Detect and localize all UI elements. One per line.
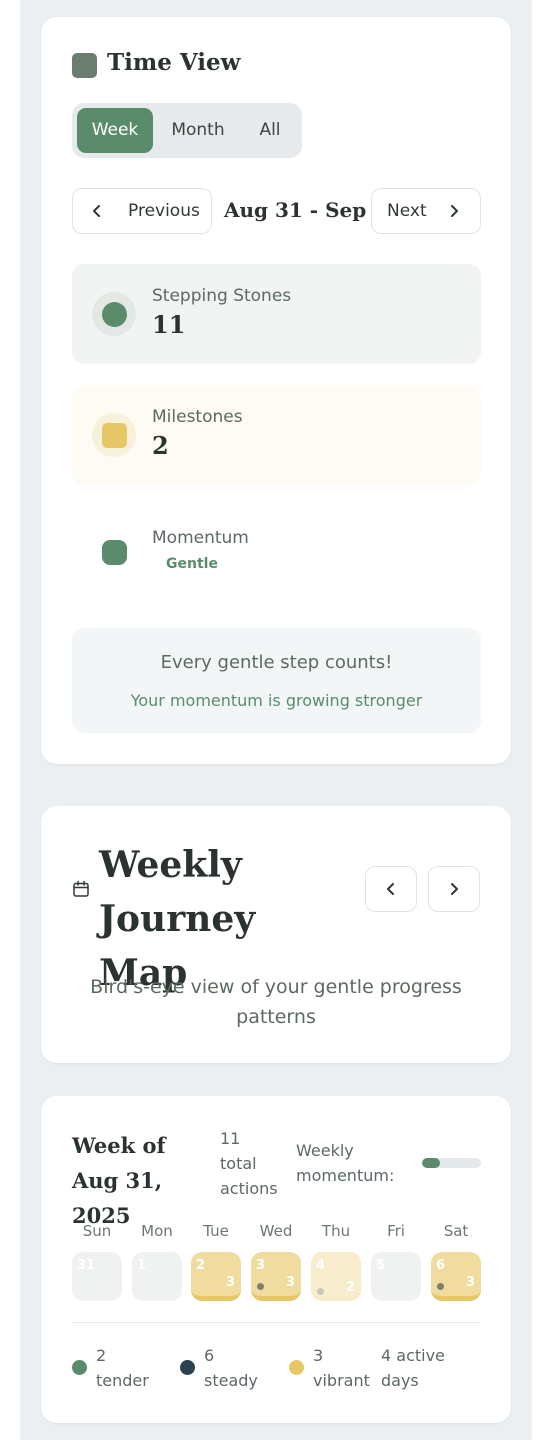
week-title: Week of Aug 31, 2025 [72,1133,166,1228]
total-actions-count: 11 [220,1129,241,1148]
day-cell-date: 5 [376,1258,386,1273]
weekly-momentum-bar [422,1158,481,1168]
vibrant-legend-dot [289,1360,304,1375]
day-cell-tue[interactable]: 2 3 [191,1252,241,1301]
divider [72,1322,481,1323]
total-actions-word1: total [220,1154,257,1173]
stepping-stones-label: Stepping Stones [152,286,292,306]
day-cell-fri[interactable]: 5 [371,1252,421,1301]
vibrant-label: vibrant [313,1371,370,1390]
encouragement-subline: Your momentum is growing stronger [130,691,423,710]
journey-prev-button[interactable] [365,866,417,912]
calendar-icon [73,880,89,897]
tab-week[interactable]: Week [77,108,153,153]
day-name-thu: Thu [321,1222,351,1240]
journey-map-title-line1: Weekly [99,844,242,886]
day-cell-sun[interactable]: 31 [72,1252,122,1301]
active-days-label: days [381,1371,419,1390]
day-name-mon: Mon [141,1222,173,1240]
date-range: Aug 31 - Sep 6 [224,198,388,222]
day-name-wed: Wed [259,1222,293,1240]
milestones-label: Milestones [152,407,243,427]
activity-dot [437,1283,444,1290]
day-cell-mon[interactable]: 1 [132,1252,182,1301]
total-actions: 11 total actions [220,1126,290,1201]
period-toggle: Week Month All [72,103,302,158]
day-cell-date: 6 [436,1258,446,1273]
day-cell-sat[interactable]: 6 3 [431,1252,481,1301]
weekly-momentum-fill [422,1158,440,1168]
vibrant-legend: 3 vibrant [313,1343,370,1393]
stepping-stone-icon [102,302,127,327]
steady-count: 6 [204,1346,215,1365]
day-cell-date: 31 [77,1258,96,1273]
chevron-right-icon [451,205,458,217]
time-view-card: Time View Week Month All Previous Aug 31… [41,17,511,764]
day-cell-date: 1 [137,1258,147,1273]
previous-button[interactable]: Previous [72,188,212,234]
tender-legend: 2 tender [96,1343,149,1393]
milestones-stat: Milestones 2 [72,385,481,485]
milestones-value: 2 [152,431,169,460]
chevron-right-icon [451,883,458,895]
day-name-sat: Sat [443,1222,469,1240]
day-name-sun: Sun [82,1222,112,1240]
day-cell-count: 3 [225,1275,235,1290]
tender-count: 2 [96,1346,107,1365]
next-button[interactable]: Next [371,188,481,234]
momentum-value: Gentle [166,556,218,572]
journey-map-description: Bird's-eye view of your gentle progress … [90,976,462,1028]
day-name-fri: Fri [387,1222,405,1240]
tender-legend-dot [72,1360,87,1375]
day-cell-count: 2 [345,1280,355,1295]
steady-legend: 6 steady [204,1343,258,1393]
momentum-icon [102,540,127,565]
milestone-icon [102,423,127,448]
next-label: Next [387,201,427,221]
active-days-count: 4 active [381,1346,445,1365]
weekly-momentum-label-line1: Weekly [296,1141,354,1160]
weekly-momentum-label-line2: momentum: [296,1166,395,1185]
day-cell-count: 3 [285,1275,295,1290]
time-view-icon [72,53,97,78]
tab-all[interactable]: All [242,108,298,153]
day-cell-thu[interactable]: 4 2 [311,1252,361,1301]
day-cell-count: 3 [465,1275,475,1290]
day-cell-wed[interactable]: 3 3 [251,1252,301,1301]
tab-month[interactable]: Month [158,108,238,153]
momentum-stat: Momentum Gentle [72,506,481,606]
chevron-left-icon [93,205,100,217]
chevron-left-icon [387,883,394,895]
previous-label: Previous [128,201,200,221]
page-background: Time View Week Month All Previous Aug 31… [20,0,532,1440]
momentum-label: Momentum [152,528,249,548]
day-cell-date: 3 [256,1258,266,1273]
weekly-momentum-label: Weekly momentum: [296,1138,406,1188]
encouragement-headline: Every gentle step counts! [160,652,393,673]
total-actions-word2: actions [220,1179,278,1198]
day-cell-date: 2 [196,1258,206,1273]
journey-map-card: Weekly Journey Map Bird's-eye view of yo… [41,806,511,1063]
activity-dot [257,1283,264,1290]
steady-legend-dot [180,1360,195,1375]
vibrant-count: 3 [313,1346,324,1365]
activity-dot [317,1288,324,1295]
time-view-title: Time View [107,49,241,76]
stepping-stones-value: 11 [152,310,186,339]
steady-label: steady [204,1371,258,1390]
week-summary-card: Week of Aug 31, 2025 11 total actions We… [41,1096,511,1423]
tender-label: tender [96,1371,149,1390]
journey-next-button[interactable] [428,866,480,912]
day-cell-date: 4 [316,1258,326,1273]
day-name-tue: Tue [203,1222,229,1240]
stepping-stones-stat: Stepping Stones 11 [72,264,481,364]
encouragement-box: Every gentle step counts! Your momentum … [72,628,481,733]
active-days-legend: 4 active days [381,1343,445,1393]
